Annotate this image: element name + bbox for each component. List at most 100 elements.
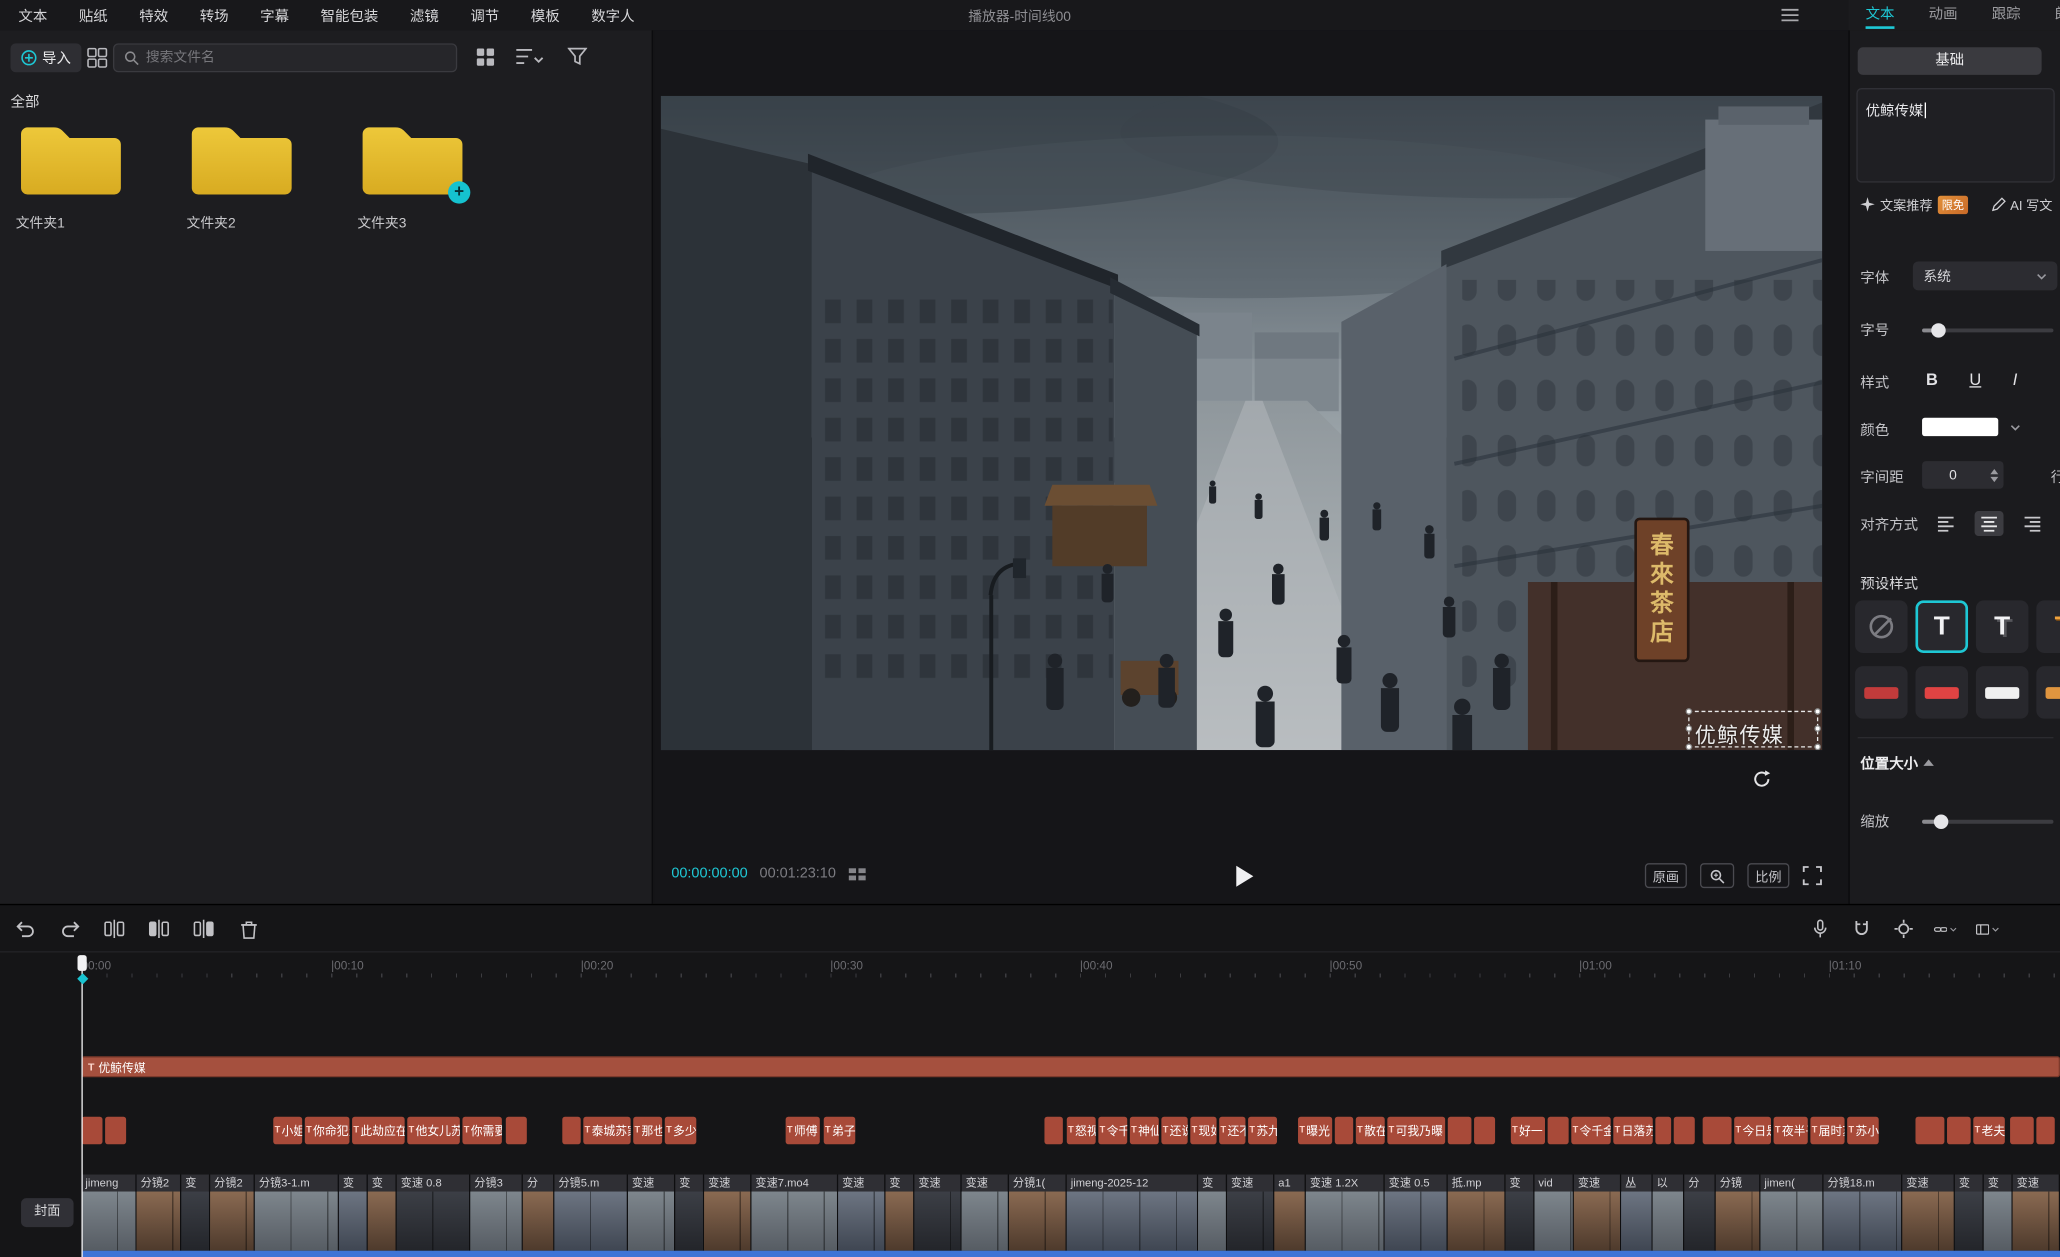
video-clip[interactable]: 以 [1653,1175,1685,1251]
bold-button[interactable]: B [1926,370,1938,388]
subtitle-clip[interactable] [2036,1117,2054,1145]
letter-spacing-stepper[interactable]: 0 [1922,461,2003,489]
menu-item[interactable]: 智能包装 [305,5,394,26]
snap-icon[interactable] [1892,917,1916,941]
scale-slider[interactable] [1922,820,2053,824]
video-clip[interactable]: 变 [1955,1175,1984,1251]
subtitle-clip[interactable] [1655,1117,1671,1145]
preset-style-none[interactable] [1855,600,1908,653]
video-clip[interactable]: 变 [885,1175,914,1251]
record-voiceover-icon[interactable] [1808,917,1832,941]
preset-style-orange[interactable]: T [2036,600,2060,653]
subtitle-clip[interactable] [1335,1117,1353,1145]
import-mode-icon[interactable] [87,47,108,68]
inspector-tab-跟踪[interactable]: 跟踪 [1975,0,2038,30]
video-clip[interactable]: 分 [1684,1175,1716,1251]
preset-style-color[interactable] [1976,666,2029,719]
video-preview[interactable]: 春來茶店 [661,96,1822,750]
font-size-slider[interactable] [1922,328,2053,332]
subtitle-clip[interactable]: T泰城苏家 [583,1117,630,1145]
ratio-button[interactable]: 比例 [1747,863,1789,888]
subtitle-clip[interactable]: T令千金 [1571,1117,1610,1145]
subtitle-clip[interactable]: T日落苏 [1613,1117,1652,1145]
video-clip[interactable]: 分镜18.m [1824,1175,1903,1251]
text-content-input[interactable]: 优鲸传媒 [1856,88,2054,183]
rotate-handle-icon[interactable] [1753,770,1771,788]
video-clip[interactable]: jimeng-2025-12 [1067,1175,1198,1251]
video-clip[interactable]: 变 [675,1175,704,1251]
subtitle-clip[interactable] [506,1117,527,1145]
selection-handle[interactable] [1814,708,1821,715]
subtitle-clip[interactable]: T夜半子 [1774,1117,1808,1145]
subtitle-clip[interactable]: T怒视 [1067,1117,1096,1145]
slider-knob[interactable] [1931,323,1945,337]
inspector-tab-朗读[interactable]: 朗读 [2038,0,2060,30]
selection-handle[interactable] [1814,725,1821,732]
video-clip[interactable]: 变速7.mo4 [751,1175,838,1251]
playhead-handle[interactable] [78,955,87,971]
preset-style-color[interactable] [1855,666,1908,719]
subtitle-clip[interactable]: T令千 [1098,1117,1127,1145]
video-clip[interactable]: 变 [1198,1175,1227,1251]
filter-icon[interactable] [568,47,588,65]
subtitle-clip[interactable] [105,1117,126,1145]
video-clip[interactable]: 变 [181,1175,210,1251]
preset-style-color[interactable] [1915,666,1968,719]
menu-item[interactable]: 数字人 [575,5,650,26]
selection-handle[interactable] [1814,744,1821,751]
subtitle-clip[interactable] [2010,1117,2034,1145]
text-track-clip[interactable]: T 优鲸传媒 [81,1056,2060,1077]
subtitle-clip[interactable]: T你命犯生 [305,1117,350,1145]
slider-knob[interactable] [1934,815,1948,829]
video-clip[interactable]: 变速 [1902,1175,1955,1251]
preview-zoom-button[interactable] [1700,863,1734,888]
magnet-icon[interactable] [1850,917,1874,941]
video-clip[interactable]: 变速 [2013,1175,2060,1251]
video-clip[interactable]: 抵.mp [1448,1175,1506,1251]
align-right-icon[interactable] [2018,511,2047,536]
play-button[interactable] [1234,861,1266,893]
selection-handle[interactable] [1686,744,1693,751]
menu-item[interactable]: 滤镜 [394,5,454,26]
video-clip[interactable]: 变速 [838,1175,885,1251]
preset-style-plain[interactable]: T [1915,600,1968,653]
video-clip[interactable]: 变速 1.2X [1306,1175,1385,1251]
subtitle-clip[interactable]: T曝光 [1298,1117,1332,1145]
playhead[interactable] [76,955,88,1257]
align-left-icon[interactable] [1931,511,1960,536]
video-clip[interactable]: 分镜 [1716,1175,1761,1251]
folder-item[interactable]: 文件夹2 [181,118,302,232]
subtitle-clip[interactable]: T那也 [633,1117,662,1145]
video-clip[interactable]: jimen( [1760,1175,1823,1251]
collapse-icon[interactable] [1923,759,1934,766]
subtitle-clip[interactable] [1915,1117,1944,1145]
grid-view-icon[interactable] [476,47,496,67]
video-clip[interactable]: 变速 [1574,1175,1621,1251]
subtitle-clip[interactable]: T神仙 [1130,1117,1159,1145]
subtitle-clip[interactable] [562,1117,580,1145]
video-clip[interactable]: 分镜1( [1009,1175,1067,1251]
menu-item[interactable]: 转场 [184,5,244,26]
step-down-icon[interactable] [1990,476,1998,481]
selection-handle[interactable] [1686,708,1693,715]
preset-style-color[interactable] [2036,666,2060,719]
video-clip[interactable]: 分镜5.m [554,1175,628,1251]
undo-icon[interactable] [13,917,37,941]
align-center-icon[interactable] [1975,511,2004,536]
video-clip[interactable]: a1 [1274,1175,1306,1251]
folder-item[interactable]: 文件夹1 [11,118,132,232]
video-clip[interactable]: 分镜2 [210,1175,255,1251]
subtitle-clip[interactable]: T师傅 [786,1117,820,1145]
selection-handle[interactable] [1686,725,1693,732]
player-menu-icon[interactable] [1781,8,1798,22]
step-up-icon[interactable] [1990,468,1998,473]
video-clip[interactable]: 分镜3 [470,1175,523,1251]
subtitle-clip[interactable]: T可我乃曝 [1387,1117,1445,1145]
frames-icon[interactable] [848,866,868,880]
track-view-icon[interactable] [1976,917,2000,941]
subtitle-clip[interactable]: T多少 [665,1117,697,1145]
subtitle-clip[interactable]: T届时苏 [1810,1117,1844,1145]
copy-recommend-label[interactable]: 文案推荐 [1880,194,1933,214]
subtitle-clip[interactable]: T散在 [1356,1117,1385,1145]
subtitle-clip[interactable]: T今日是 [1734,1117,1771,1145]
